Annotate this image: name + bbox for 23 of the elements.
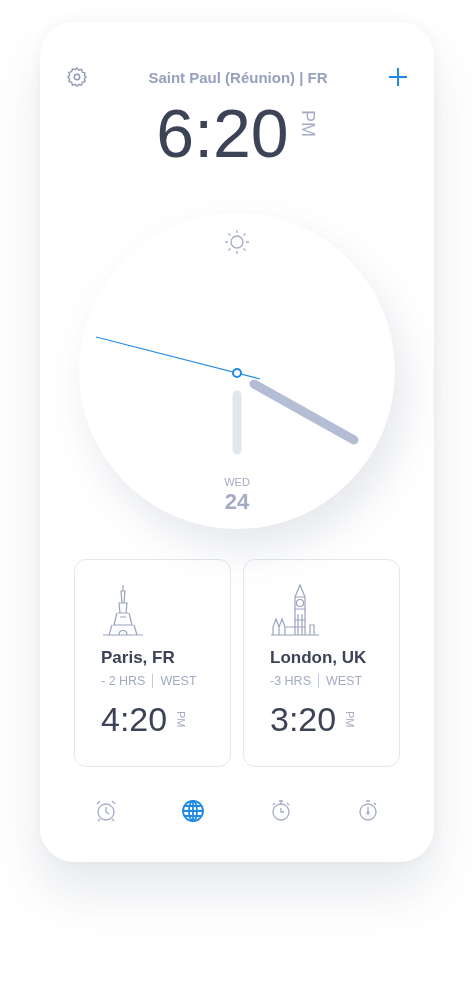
meridiem-label: PM [344, 711, 357, 728]
city-time: 4:20 [101, 699, 168, 739]
meridiem-label: PM [296, 109, 318, 137]
world-tab[interactable] [181, 798, 206, 823]
big-ben-icon [270, 583, 320, 636]
time-offset: -3 HRS [270, 673, 311, 688]
city-card[interactable]: Paris, FR - 2 HRS WEST 4:20 PM [74, 558, 231, 767]
weekday-label: WED [224, 475, 250, 488]
current-time: 6:20 [156, 96, 289, 171]
direction-label: WEST [326, 673, 363, 688]
time-offset: - 2 HRS [101, 673, 146, 688]
day-number: 24 [224, 488, 250, 515]
location-title: Saint Paul (Réunion) | FR [148, 68, 328, 86]
city-time: 3:20 [270, 699, 337, 739]
city-name: London, UK [270, 647, 367, 668]
sun-icon [224, 228, 250, 255]
meridiem-label: PM [175, 711, 188, 728]
settings-icon[interactable] [66, 66, 88, 88]
add-icon[interactable] [388, 67, 408, 87]
direction-label: WEST [160, 673, 197, 688]
city-card[interactable]: London, UK -3 HRS WEST 3:20 PM [243, 558, 400, 767]
city-name: Paris, FR [101, 647, 175, 668]
eiffel-tower-icon [101, 583, 145, 636]
